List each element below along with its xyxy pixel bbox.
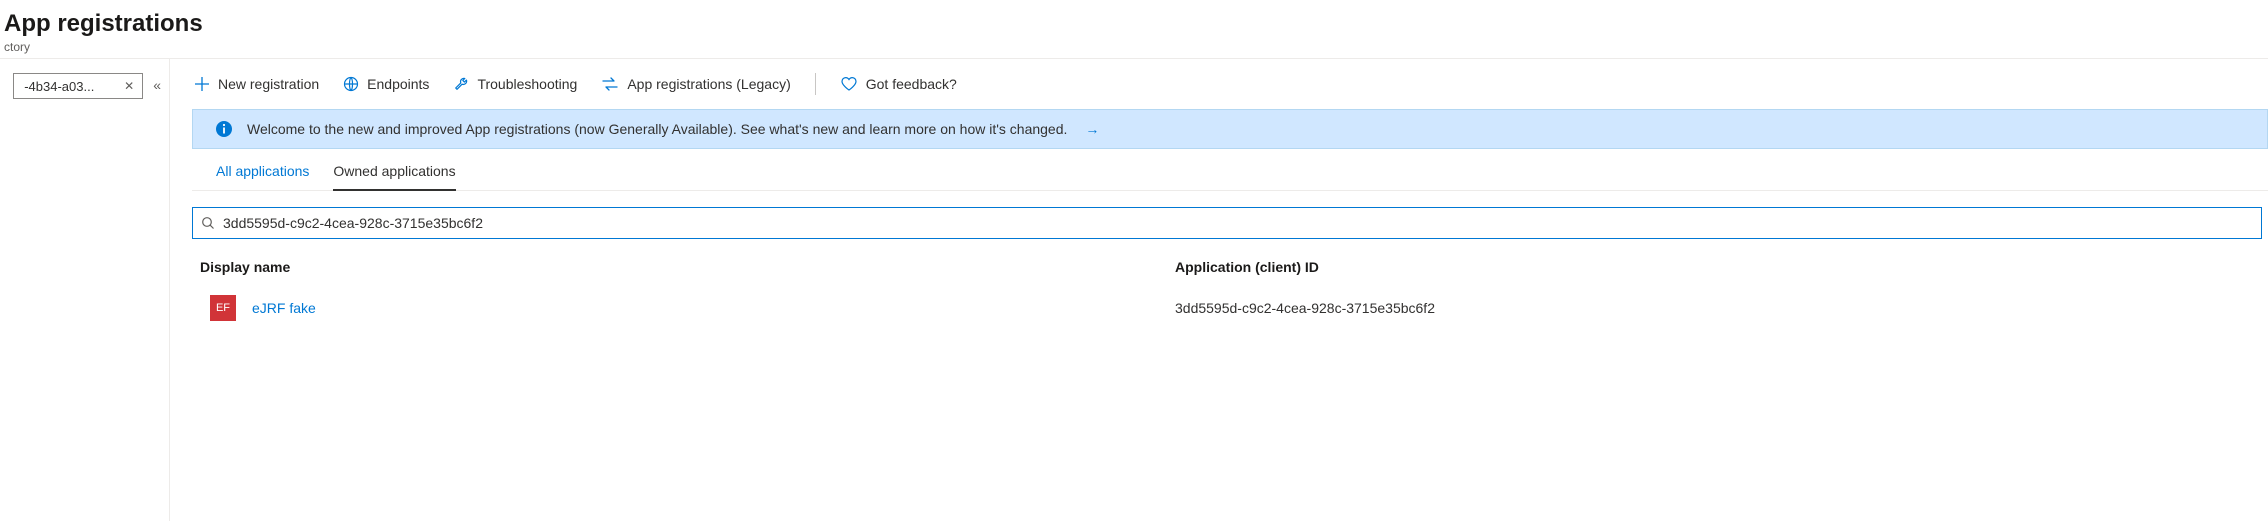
info-icon xyxy=(215,120,233,138)
close-icon[interactable]: ✕ xyxy=(122,80,136,92)
new-registration-label: New registration xyxy=(218,76,319,92)
heart-icon xyxy=(840,76,858,92)
toolbar-divider xyxy=(815,73,816,95)
endpoints-label: Endpoints xyxy=(367,76,429,92)
feedback-button[interactable]: Got feedback? xyxy=(840,76,957,92)
legacy-label: App registrations (Legacy) xyxy=(627,76,790,92)
left-rail: -4b34-a03... ✕ « xyxy=(0,59,170,521)
main-content: New registration Endpoints Troubleshooti… xyxy=(170,59,2268,521)
info-banner[interactable]: Welcome to the new and improved App regi… xyxy=(192,109,2268,149)
table-header: Display name Application (client) ID xyxy=(192,259,2262,287)
cell-app-id: 3dd5595d-c9c2-4cea-928c-3715e35bc6f2 xyxy=(1175,300,2262,316)
search-box[interactable] xyxy=(192,207,2262,239)
layout: -4b34-a03... ✕ « New registration Endpoi… xyxy=(0,59,2268,521)
column-app-id[interactable]: Application (client) ID xyxy=(1175,259,2262,275)
tab-all-applications[interactable]: All applications xyxy=(216,163,309,190)
tabs: All applications Owned applications xyxy=(192,149,2268,191)
legacy-button[interactable]: App registrations (Legacy) xyxy=(601,76,790,92)
info-banner-text: Welcome to the new and improved App regi… xyxy=(247,121,1067,137)
app-badge: EF xyxy=(210,295,236,321)
feedback-label: Got feedback? xyxy=(866,76,957,92)
cell-display-name: EF eJRF fake xyxy=(210,295,1175,321)
toolbar: New registration Endpoints Troubleshooti… xyxy=(170,59,2268,109)
filter-pill[interactable]: -4b34-a03... ✕ xyxy=(13,73,143,99)
wrench-icon xyxy=(453,76,469,92)
search-icon xyxy=(201,216,215,230)
globe-icon xyxy=(343,76,359,92)
arrow-right-icon: → xyxy=(1085,121,1099,137)
plus-icon xyxy=(194,76,210,92)
app-link[interactable]: eJRF fake xyxy=(252,300,316,316)
endpoints-button[interactable]: Endpoints xyxy=(343,76,429,92)
page-header: App registrations ctory xyxy=(0,0,2268,59)
troubleshooting-label: Troubleshooting xyxy=(477,76,577,92)
search-input[interactable] xyxy=(223,215,2253,231)
new-registration-button[interactable]: New registration xyxy=(194,76,319,92)
page-title: App registrations xyxy=(0,10,2268,38)
table-row[interactable]: EF eJRF fake 3dd5595d-c9c2-4cea-928c-371… xyxy=(192,287,2262,329)
search-container xyxy=(192,207,2268,239)
filter-pill-text: -4b34-a03... xyxy=(24,79,116,94)
breadcrumb: ctory xyxy=(0,40,2268,54)
column-display-name[interactable]: Display name xyxy=(200,259,1175,275)
results-table: Display name Application (client) ID EF … xyxy=(192,259,2268,329)
troubleshooting-button[interactable]: Troubleshooting xyxy=(453,76,577,92)
collapse-left-icon[interactable]: « xyxy=(153,73,161,93)
tab-owned-applications[interactable]: Owned applications xyxy=(333,163,455,191)
swap-icon xyxy=(601,76,619,92)
